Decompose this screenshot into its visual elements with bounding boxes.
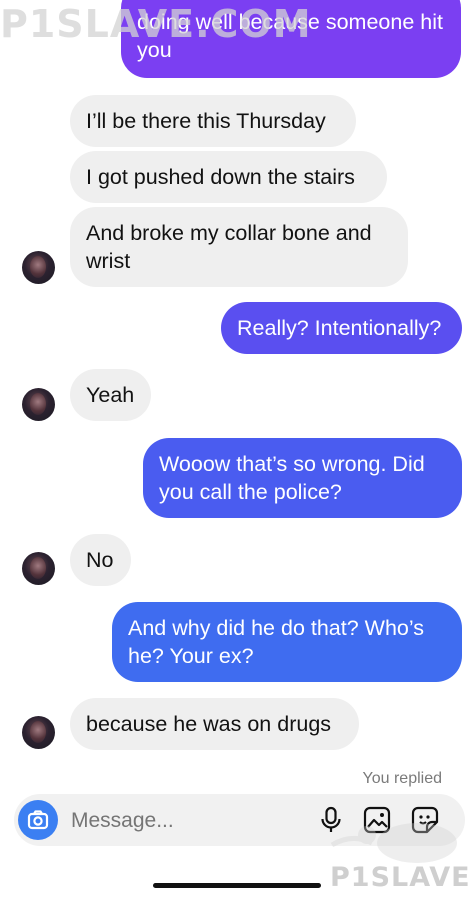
message-text: Yeah [86, 383, 135, 407]
message-outgoing[interactable]: Really? Intentionally? [221, 302, 462, 354]
message-composer [14, 794, 465, 846]
message-text: And broke my collar bone and wrist [86, 221, 372, 273]
message-text: doing well because someone hit you [137, 10, 443, 62]
camera-icon [27, 810, 49, 830]
contact-avatar[interactable] [22, 716, 55, 749]
message-incoming[interactable]: And broke my collar bone and wrist [70, 207, 408, 287]
message-text: I got pushed down the stairs [86, 165, 355, 189]
message-incoming[interactable]: because he was on drugs [70, 698, 359, 750]
microphone-button[interactable] [316, 805, 346, 835]
home-indicator[interactable] [153, 883, 321, 888]
contact-avatar[interactable] [22, 251, 55, 284]
message-input[interactable] [69, 802, 313, 840]
contact-avatar[interactable] [22, 552, 55, 585]
sticker-button[interactable] [410, 805, 440, 835]
message-text: No [86, 548, 114, 572]
gallery-button[interactable] [362, 805, 392, 835]
message-incoming[interactable]: No [70, 534, 131, 586]
message-text: Wooow that’s so wrong. Did you call the … [159, 452, 425, 504]
message-incoming[interactable]: I got pushed down the stairs [70, 151, 387, 203]
message-incoming[interactable]: I’ll be there this Thursday [70, 95, 356, 147]
sticker-icon [411, 806, 439, 834]
message-outgoing[interactable]: doing well because someone hit you [121, 0, 461, 78]
camera-button[interactable] [18, 800, 58, 840]
message-outgoing[interactable]: And why did he do that? Who’s he? Your e… [112, 602, 462, 682]
contact-avatar[interactable] [22, 388, 55, 421]
microphone-icon [321, 806, 341, 832]
message-outgoing[interactable]: Wooow that’s so wrong. Did you call the … [143, 438, 462, 518]
message-text: Really? Intentionally? [237, 316, 442, 340]
message-text: because he was on drugs [86, 712, 332, 736]
replied-status: You replied [362, 770, 442, 787]
message-incoming[interactable]: Yeah [70, 369, 151, 421]
gallery-icon [363, 806, 391, 834]
message-text: I’ll be there this Thursday [86, 109, 326, 133]
message-text: And why did he do that? Who’s he? Your e… [128, 616, 425, 668]
watermark-bottom-text: P1SLAVE [330, 862, 471, 893]
